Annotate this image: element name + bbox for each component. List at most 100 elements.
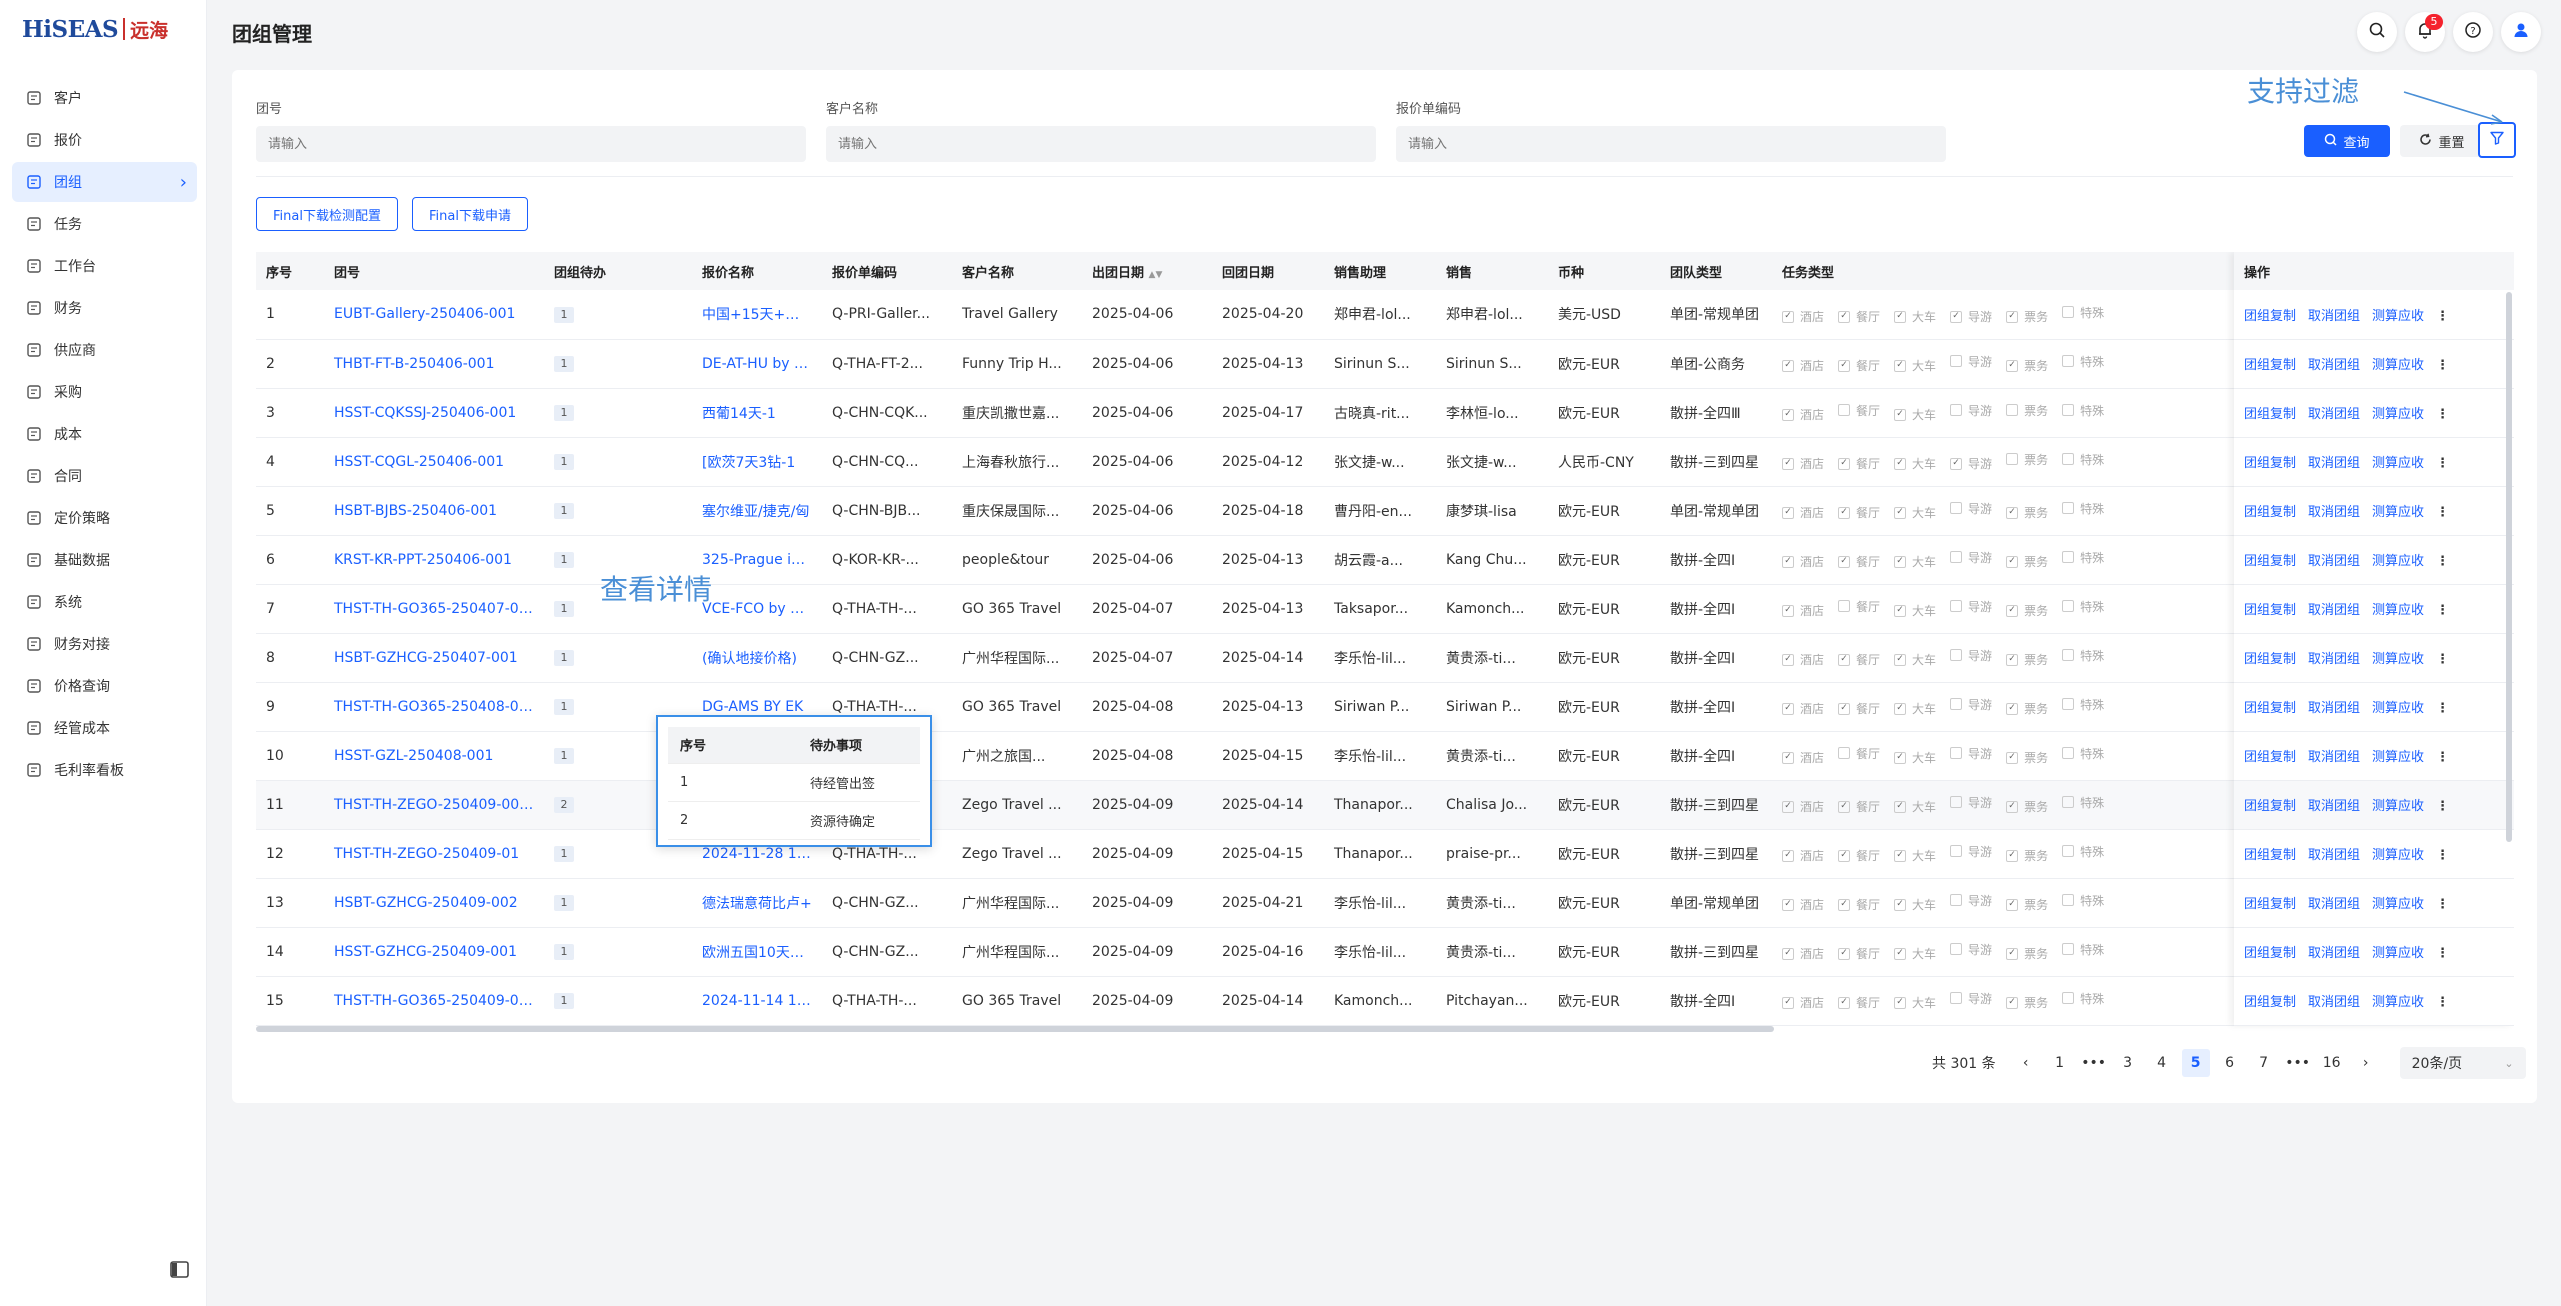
cancel-group-link[interactable]: 取消团组 [2308,554,2360,569]
cell-group[interactable]: THST-TH-ZEGO-250409-01 [324,829,544,879]
calc-receivable-link[interactable]: 测算应收 [2372,554,2424,569]
query-button[interactable]: 查询 [2304,125,2390,157]
calc-receivable-link[interactable]: 测算应收 [2372,456,2424,471]
copy-group-link[interactable]: 团组复制 [2244,652,2296,667]
task-checkbox[interactable]: ✓ 酒店 [1782,504,1824,521]
task-checkbox[interactable]: ✓ 酒店 [1782,455,1824,472]
task-checkbox[interactable]: 特殊 [2062,500,2104,517]
task-checkbox[interactable]: 特殊 [2062,843,2104,860]
cell-quote-name[interactable]: 2024-11-14 19:4 [692,976,822,1026]
more-options-icon[interactable]: ⋮ [2436,554,2449,569]
task-checkbox[interactable]: ✓ 餐厅 [1838,553,1880,570]
cell-group[interactable]: HSST-GZL-250408-001 [324,731,544,781]
cell-todo[interactable]: 1 [544,486,692,536]
task-checkbox[interactable]: ✓ 餐厅 [1838,357,1880,374]
more-options-icon[interactable]: ⋮ [2436,505,2449,520]
page-number[interactable]: 7 [2250,1049,2278,1077]
task-checkbox[interactable]: 票务 [2006,402,2048,419]
task-checkbox[interactable]: 票务 [2006,451,2048,468]
calc-receivable-link[interactable]: 测算应收 [2372,946,2424,961]
page-number[interactable]: 3 [2114,1049,2142,1077]
sidebar-item[interactable]: 供应商 [12,330,197,370]
sidebar-item[interactable]: 毛利率看板 [12,750,197,790]
app-logo[interactable]: HiSEAS 远海 [22,14,168,44]
task-checkbox[interactable]: ✓ 餐厅 [1838,308,1880,325]
task-checkbox[interactable]: 导游 [1950,500,1992,517]
search-button[interactable] [2357,12,2397,52]
cancel-group-link[interactable]: 取消团组 [2308,358,2360,373]
task-checkbox[interactable]: ✓ 大车 [1894,945,1936,962]
task-checkbox[interactable]: 餐厅 [1838,598,1880,615]
task-checkbox[interactable]: ✓ 票务 [2006,798,2048,815]
sidebar-item[interactable]: 财务 [12,288,197,328]
task-checkbox[interactable]: 特殊 [2062,304,2104,321]
task-checkbox[interactable]: ✓ 餐厅 [1838,700,1880,717]
task-checkbox[interactable]: ✓ 酒店 [1782,749,1824,766]
reset-button[interactable]: 重置 [2400,125,2484,157]
task-checkbox[interactable]: 导游 [1950,794,1992,811]
task-checkbox[interactable]: ✓ 票务 [2006,994,2048,1011]
task-checkbox[interactable]: ✓ 餐厅 [1838,651,1880,668]
more-options-icon[interactable]: ⋮ [2436,407,2449,422]
todo-count-tag[interactable]: 1 [554,993,574,1009]
cell-group[interactable]: THBT-FT-B-250406-001 [324,339,544,389]
task-checkbox[interactable]: ✓ 餐厅 [1838,994,1880,1011]
calc-receivable-link[interactable]: 测算应收 [2372,505,2424,520]
todo-count-tag[interactable]: 1 [554,846,574,862]
cell-quote-name[interactable]: 塞尔维亚/捷克/匈 [692,486,822,536]
task-checkbox[interactable]: ✓ 票务 [2006,749,2048,766]
task-checkbox[interactable]: ✓ 导游 [1950,455,1992,472]
column-header[interactable]: 出团日期 ▲▼ [1082,252,1212,290]
copy-group-link[interactable]: 团组复制 [2244,358,2296,373]
todo-count-tag[interactable]: 1 [554,699,574,715]
task-checkbox[interactable]: ✓ 酒店 [1782,602,1824,619]
task-checkbox[interactable]: 特殊 [2062,745,2104,762]
copy-group-link[interactable]: 团组复制 [2244,897,2296,912]
cancel-group-link[interactable]: 取消团组 [2308,946,2360,961]
sidebar-item[interactable]: 系统 [12,582,197,622]
cell-todo[interactable]: 1 [544,927,692,977]
cancel-group-link[interactable]: 取消团组 [2308,407,2360,422]
task-checkbox[interactable]: ✓ 票务 [2006,504,2048,521]
task-checkbox[interactable]: ✓ 酒店 [1782,847,1824,864]
cell-todo[interactable]: 1 [544,976,692,1026]
task-checkbox[interactable]: 特殊 [2062,598,2104,615]
sidebar-item[interactable]: 成本 [12,414,197,454]
cancel-group-link[interactable]: 取消团组 [2308,848,2360,863]
task-checkbox[interactable]: ✓ 酒店 [1782,357,1824,374]
cancel-group-link[interactable]: 取消团组 [2308,897,2360,912]
calc-receivable-link[interactable]: 测算应收 [2372,750,2424,765]
cell-group[interactable]: HSST-CQGL-250406-001 [324,437,544,487]
task-checkbox[interactable]: ✓ 大车 [1894,994,1936,1011]
cancel-group-link[interactable]: 取消团组 [2308,505,2360,520]
task-checkbox[interactable]: 导游 [1950,402,1992,419]
notification-button[interactable]: 5 [2405,12,2445,52]
sidebar-item[interactable]: 经管成本 [12,708,197,748]
cell-todo[interactable]: 1 [544,339,692,389]
task-checkbox[interactable]: ✓ 票务 [2006,700,2048,717]
copy-group-link[interactable]: 团组复制 [2244,701,2296,716]
cell-group[interactable]: HSST-CQKSSJ-250406-001 [324,388,544,438]
cell-todo[interactable]: 1 [544,878,692,928]
task-checkbox[interactable]: ✓ 酒店 [1782,994,1824,1011]
task-checkbox[interactable]: 特殊 [2062,794,2104,811]
task-checkbox[interactable]: ✓ 票务 [2006,945,2048,962]
cell-todo[interactable]: 1 [544,388,692,438]
task-checkbox[interactable]: ✓ 餐厅 [1838,798,1880,815]
final-apply-button[interactable]: Final下载申请 [412,197,528,231]
cancel-group-link[interactable]: 取消团组 [2308,799,2360,814]
cell-group[interactable]: EUBT-Gallery-250406-001 [324,290,544,340]
task-checkbox[interactable]: ✓ 大车 [1894,798,1936,815]
cell-quote-name[interactable]: 德法瑞意荷比卢+ [692,878,822,928]
cell-group[interactable]: HSBT-GZHCG-250407-001 [324,633,544,683]
task-checkbox[interactable]: 特殊 [2062,451,2104,468]
page-number[interactable]: 1 [2046,1049,2074,1077]
cancel-group-link[interactable]: 取消团组 [2308,652,2360,667]
sidebar-item[interactable]: 客户 [12,78,197,118]
cancel-group-link[interactable]: 取消团组 [2308,995,2360,1010]
more-options-icon[interactable]: ⋮ [2436,603,2449,618]
cancel-group-link[interactable]: 取消团组 [2308,309,2360,324]
task-checkbox[interactable]: ✓ 票务 [2006,651,2048,668]
task-checkbox[interactable]: ✓ 票务 [2006,847,2048,864]
cell-group[interactable]: KRST-KR-PPT-250406-001 [324,535,544,585]
